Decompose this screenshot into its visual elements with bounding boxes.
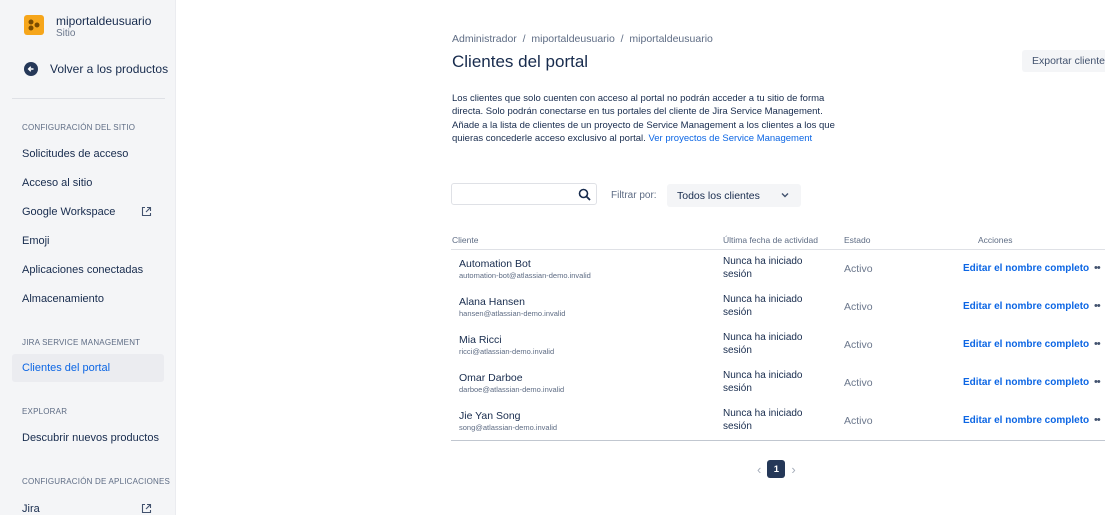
next-page-button[interactable]: ›	[791, 462, 795, 477]
sidebar-item-label: Jira	[22, 503, 40, 515]
view-projects-link[interactable]: Ver proyectos de Service Management	[648, 133, 812, 144]
search-input[interactable]	[451, 183, 597, 205]
customer-status: Activo	[844, 263, 873, 275]
table-row: Alana Hansen hansen@atlassian-demo.inval…	[451, 288, 1105, 326]
sidebar-item-discover-products[interactable]: Descubrir nuevos productos	[12, 424, 164, 452]
more-actions-button[interactable]: ••	[1094, 338, 1101, 350]
section-jsm: JIRA SERVICE MANAGEMENT	[22, 338, 141, 347]
customer-email: darboe@atlassian-demo.invalid	[459, 385, 565, 394]
section-app-config: CONFIGURACIÓN DE APLICACIONES	[22, 477, 171, 486]
edit-full-name-link[interactable]: Editar el nombre completo	[963, 339, 1089, 350]
table-bottom-divider	[451, 440, 1105, 441]
column-header-last-active: Última fecha de actividad	[723, 235, 818, 245]
export-customers-button[interactable]: Exportar cliente	[1022, 50, 1105, 72]
more-actions-button[interactable]: ••	[1094, 376, 1101, 388]
sidebar-item-site-access[interactable]: Acceso al sitio	[12, 169, 164, 197]
column-header-actions: Acciones	[978, 235, 1013, 245]
customer-name: Automation Bot	[459, 258, 531, 270]
sidebar-item-portal-customers[interactable]: Clientes del portal	[12, 354, 164, 382]
customer-filter-select[interactable]: Todos los clientes	[667, 184, 801, 207]
back-to-products-button[interactable]: Volver a los productos	[24, 62, 168, 76]
edit-full-name-link[interactable]: Editar el nombre completo	[963, 301, 1089, 312]
customer-email: song@atlassian-demo.invalid	[459, 423, 558, 432]
sidebar-item-connected-apps[interactable]: Aplicaciones conectadas	[12, 256, 164, 284]
site-logo-icon	[24, 15, 44, 35]
customer-name: Jie Yan Song	[459, 410, 521, 422]
site-switcher[interactable]: miportaldeusuario Sitio	[24, 14, 151, 40]
sidebar-item-access-requests[interactable]: Solicitudes de acceso	[12, 140, 164, 168]
breadcrumb[interactable]: Administrador / miportaldeusuario / mipo…	[452, 33, 713, 45]
more-actions-button[interactable]: ••	[1094, 300, 1101, 312]
last-active: Nunca ha iniciado sesión	[723, 294, 803, 318]
sidebar-item-label: Google Workspace	[22, 206, 116, 218]
page-description: Los clientes que solo cuenten con acceso…	[452, 92, 842, 146]
site-type: Sitio	[56, 28, 76, 39]
page-button-current[interactable]: 1	[767, 460, 786, 478]
external-link-icon	[141, 503, 152, 514]
more-actions-button[interactable]: ••	[1094, 414, 1101, 426]
chevron-down-icon	[781, 193, 789, 198]
last-active: Nunca ha iniciado sesión	[723, 332, 803, 356]
table-row: Automation Bot automation-bot@atlassian-…	[451, 250, 1105, 288]
edit-full-name-link[interactable]: Editar el nombre completo	[963, 377, 1089, 388]
sidebar-item-emoji[interactable]: Emoji	[12, 227, 164, 255]
edit-full-name-link[interactable]: Editar el nombre completo	[963, 415, 1089, 426]
previous-page-button[interactable]: ‹	[757, 462, 761, 477]
customer-email: automation-bot@atlassian-demo.invalid	[459, 271, 591, 280]
customer-status: Activo	[844, 339, 873, 351]
filter-label: Filtrar por:	[611, 190, 657, 201]
customer-status: Activo	[844, 377, 873, 389]
table-row: Mia Ricci ricci@atlassian-demo.invalid N…	[451, 326, 1105, 364]
back-label: Volver a los productos	[50, 62, 169, 76]
customer-status: Activo	[844, 301, 873, 313]
last-active: Nunca ha iniciado sesión	[723, 370, 803, 394]
search-icon	[578, 188, 591, 201]
sidebar: miportaldeusuario Sitio Volver a los pro…	[0, 0, 176, 515]
customer-name: Mia Ricci	[459, 334, 502, 346]
edit-full-name-link[interactable]: Editar el nombre completo	[963, 263, 1089, 274]
page-title: Clientes del portal	[452, 52, 589, 71]
column-header-customer: Cliente	[452, 235, 479, 245]
arrow-left-icon	[24, 62, 38, 76]
filter-value: Todos los clientes	[677, 189, 760, 202]
customer-email: hansen@atlassian-demo.invalid	[459, 309, 566, 318]
last-active: Nunca ha iniciado sesión	[723, 256, 803, 280]
customer-name: Omar Darboe	[459, 372, 523, 384]
table-row: Omar Darboe darboe@atlassian-demo.invali…	[451, 364, 1105, 402]
table-row: Jie Yan Song song@atlassian-demo.invalid…	[451, 402, 1105, 440]
external-link-icon	[141, 206, 152, 217]
section-site-config: CONFIGURACIÓN DEL SITIO	[22, 123, 136, 132]
sidebar-item-google-workspace[interactable]: Google Workspace	[12, 198, 164, 226]
section-explore: EXPLORAR	[22, 407, 68, 416]
more-actions-button[interactable]: ••	[1094, 262, 1101, 274]
pagination: ‹ 1 ›	[757, 460, 796, 478]
customer-email: ricci@atlassian-demo.invalid	[459, 347, 555, 356]
sidebar-item-storage[interactable]: Almacenamiento	[12, 285, 164, 313]
sidebar-item-jira[interactable]: Jira	[12, 495, 164, 523]
column-header-status: Estado	[844, 235, 871, 245]
sidebar-divider	[12, 98, 165, 99]
site-name: miportaldeusuario	[56, 14, 152, 28]
customer-status: Activo	[844, 415, 873, 427]
customer-name: Alana Hansen	[459, 296, 525, 308]
last-active: Nunca ha iniciado sesión	[723, 408, 803, 432]
